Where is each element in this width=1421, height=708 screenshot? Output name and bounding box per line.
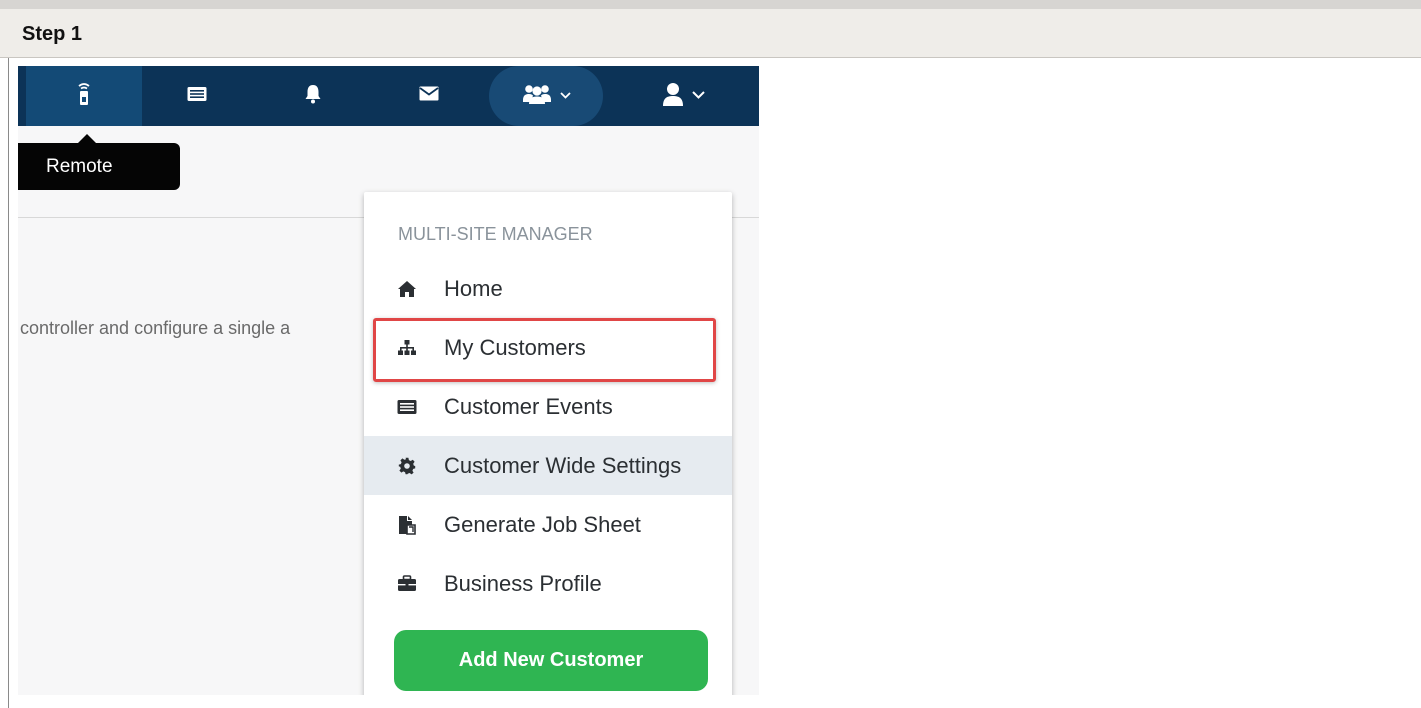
background-text: controller and configure a single a [20,318,291,338]
nav-alerts-button[interactable] [258,66,368,126]
group-icon [522,83,552,110]
step-header: Step 1 [0,9,1421,58]
envelope-icon [419,86,439,106]
home-icon [397,279,417,299]
nav-events-button[interactable] [142,66,252,126]
menu-item-customer-events[interactable]: Customer Events [364,377,732,436]
menu-item-label: Customer Wide Settings [444,452,682,478]
menu-item-customer-wide-settings[interactable]: Customer Wide Settings [364,436,732,495]
left-border [8,58,9,708]
menu-item-label: Business Profile [444,570,602,596]
remote-icon [77,82,91,111]
app-screenshot: Remote controller and configure a single… [18,66,759,695]
nav-remote-button[interactable] [26,66,142,126]
top-strip [0,0,1421,9]
menu-item-label: Generate Job Sheet [444,511,641,537]
remote-tooltip: Remote [18,143,180,190]
multi-site-dropdown: MULTI-SITE MANAGER Home My Customers Cus… [364,192,732,695]
step-title: Step 1 [22,23,83,45]
menu-item-home[interactable]: Home [364,259,732,318]
chevron-down-icon [691,90,705,102]
file-export-icon [397,515,417,535]
add-new-customer-button[interactable]: Add New Customer [394,630,708,691]
menu-item-label: Customer Events [444,393,613,419]
menu-item-label: Home [444,275,503,301]
highlight-box [373,318,716,382]
chevron-down-icon [559,90,571,102]
top-navbar [18,66,759,126]
nav-user-button[interactable] [628,66,738,126]
dropdown-header: MULTI-SITE MANAGER [398,224,593,244]
user-icon [662,82,684,111]
briefcase-icon [397,574,417,594]
list-icon [397,397,417,417]
gear-icon [397,456,417,476]
menu-item-generate-job-sheet[interactable]: Generate Job Sheet [364,495,732,554]
nav-mail-button[interactable] [374,66,484,126]
list-icon [187,86,207,107]
menu-item-business-profile[interactable]: Business Profile [364,554,732,613]
tooltip-label: Remote [46,155,113,177]
nav-multi-site-button[interactable] [489,66,603,126]
bell-icon [304,84,322,109]
